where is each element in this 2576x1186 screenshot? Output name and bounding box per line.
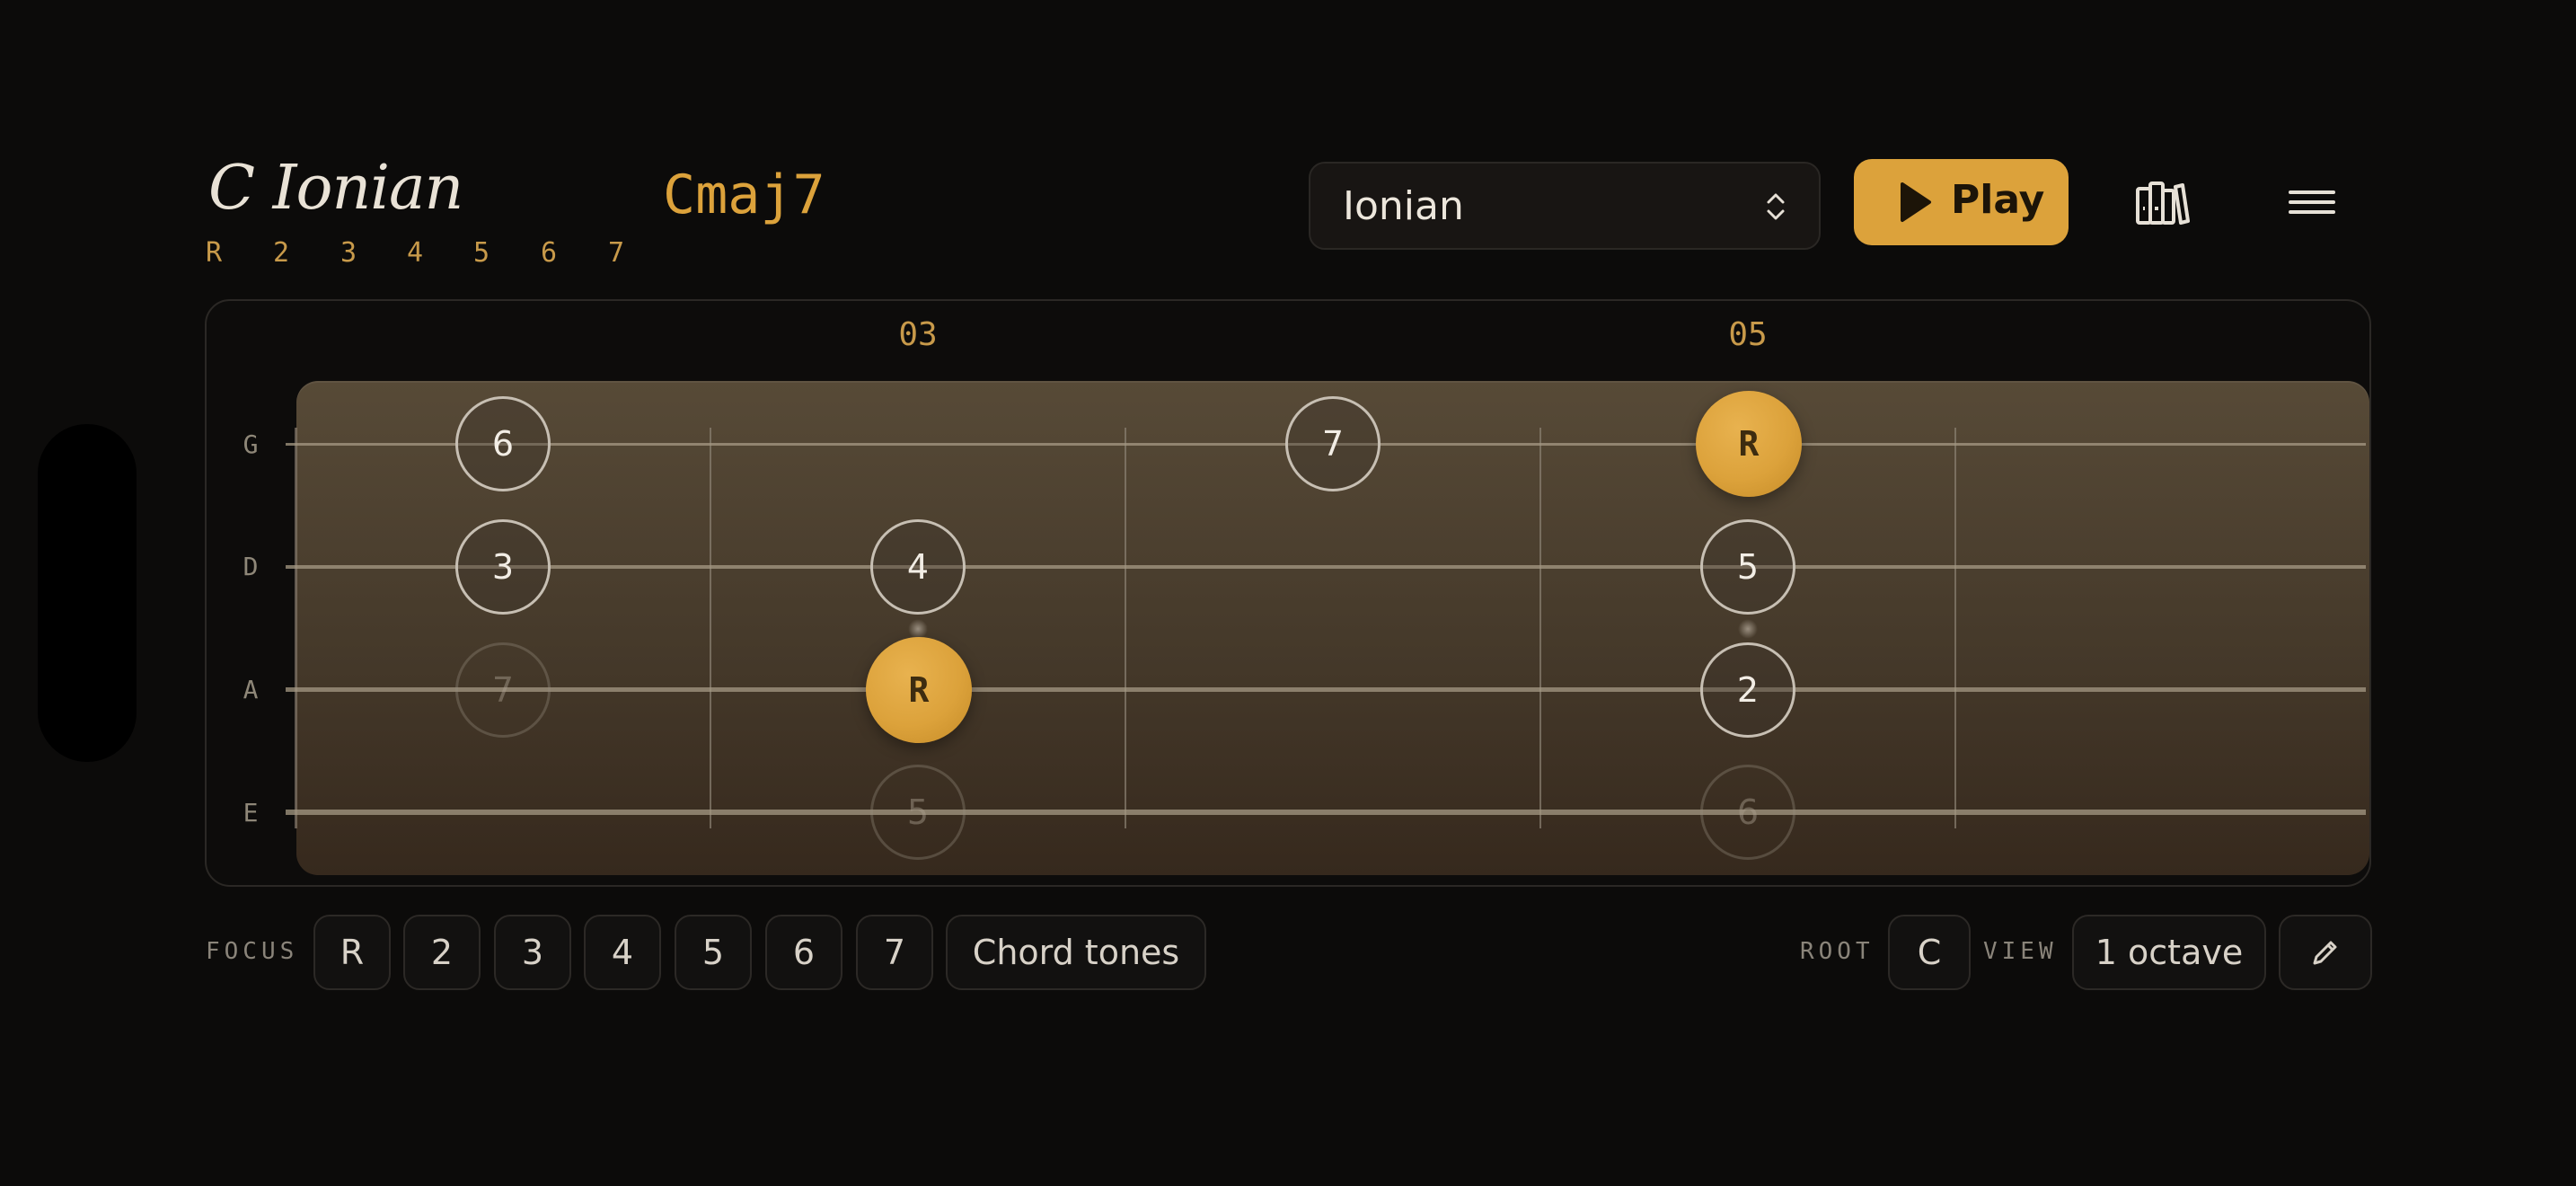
chord-name: Cmaj7 bbox=[663, 164, 825, 226]
focus-chip-r[interactable]: R bbox=[313, 915, 391, 990]
fret-number-label: 05 bbox=[1728, 316, 1768, 353]
view-selector[interactable]: 1 octave bbox=[2072, 915, 2266, 990]
library-books-icon bbox=[2136, 181, 2190, 225]
root-note-marker[interactable]: R bbox=[866, 637, 972, 743]
degree-label: 7 bbox=[607, 237, 625, 269]
pencil-icon bbox=[2313, 941, 2337, 965]
string-name-label: E bbox=[243, 798, 259, 828]
fret-wire bbox=[710, 428, 711, 828]
view-label: VIEW bbox=[1983, 938, 2058, 965]
root-selector[interactable]: C bbox=[1888, 915, 1971, 990]
fretboard-nut bbox=[295, 428, 297, 828]
focus-chip-4[interactable]: 4 bbox=[584, 915, 661, 990]
note-marker-faded[interactable]: 6 bbox=[1700, 765, 1795, 860]
string-d bbox=[286, 565, 2366, 569]
chord-tones-button[interactable]: Chord tones bbox=[946, 915, 1206, 990]
mode-select-value: Ionian bbox=[1343, 183, 1464, 229]
degree-label: 3 bbox=[340, 237, 357, 269]
note-marker-faded[interactable]: 5 bbox=[870, 765, 966, 860]
degree-label: R bbox=[205, 237, 223, 269]
focus-chip-6[interactable]: 6 bbox=[765, 915, 842, 990]
focus-chip-2[interactable]: 2 bbox=[403, 915, 481, 990]
root-note-marker[interactable]: R bbox=[1696, 391, 1802, 497]
library-button[interactable] bbox=[2129, 169, 2197, 237]
focus-chip-7[interactable]: 7 bbox=[856, 915, 933, 990]
fret-number-label: 03 bbox=[898, 316, 938, 353]
focus-chip-3[interactable]: 3 bbox=[494, 915, 571, 990]
play-label: Play bbox=[1951, 177, 2045, 223]
focus-chip-5[interactable]: 5 bbox=[675, 915, 752, 990]
scale-title: C Ionian bbox=[208, 153, 463, 224]
note-marker[interactable]: 5 bbox=[1700, 519, 1795, 615]
fret-inlay-dot bbox=[908, 619, 928, 639]
focus-label: FOCUS bbox=[206, 938, 299, 965]
note-marker[interactable]: 4 bbox=[870, 519, 966, 615]
edit-button[interactable] bbox=[2279, 915, 2372, 990]
note-marker[interactable]: 6 bbox=[455, 396, 551, 491]
string-name-label: A bbox=[243, 675, 259, 704]
note-marker-faded[interactable]: 7 bbox=[455, 642, 551, 738]
side-handle[interactable] bbox=[38, 424, 137, 762]
note-marker[interactable]: 7 bbox=[1285, 396, 1381, 491]
fret-wire bbox=[1954, 428, 1956, 828]
degree-label: 5 bbox=[472, 237, 490, 269]
note-marker[interactable]: 2 bbox=[1700, 642, 1795, 738]
string-a bbox=[286, 687, 2366, 692]
fret-inlay-dot bbox=[1738, 619, 1758, 639]
string-name-label: G bbox=[243, 429, 259, 459]
play-button[interactable]: Play bbox=[1854, 159, 2069, 245]
fret-wire bbox=[1125, 428, 1126, 828]
string-name-label: D bbox=[243, 552, 259, 581]
updown-chevron-icon bbox=[1767, 193, 1785, 220]
degree-label: 4 bbox=[406, 237, 424, 269]
menu-button[interactable] bbox=[2278, 169, 2346, 237]
degree-label: 6 bbox=[540, 237, 558, 269]
fret-wire bbox=[1539, 428, 1541, 828]
play-icon bbox=[1901, 182, 1931, 222]
note-marker[interactable]: 3 bbox=[455, 519, 551, 615]
degree-label: 2 bbox=[272, 237, 290, 269]
root-label: ROOT bbox=[1800, 938, 1875, 965]
mode-select[interactable]: Ionian bbox=[1309, 162, 1821, 250]
hamburger-menu-icon bbox=[2289, 190, 2335, 214]
string-e bbox=[286, 810, 2366, 815]
